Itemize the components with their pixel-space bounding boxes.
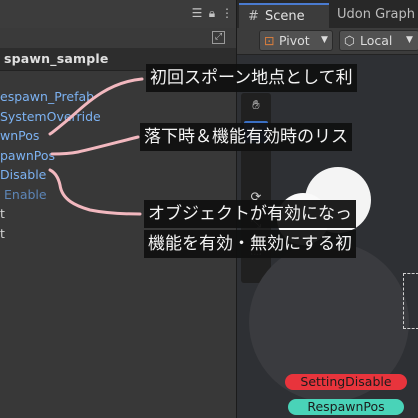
pivot-label: Pivot <box>279 33 310 48</box>
scene-name: spawn_sample <box>4 51 109 66</box>
hierarchy-toolbar: ⤢ <box>0 28 236 48</box>
local-label: Local <box>360 33 393 48</box>
annotation-object-enabled-line1: オブジェクトが有効になっ <box>144 200 356 228</box>
annotation-object-enabled-line2: 機能を有効・無効にする初 <box>144 230 357 258</box>
local-dropdown[interactable]: ⬡ Local ▼ <box>339 30 418 51</box>
scene-tab-bar: # Scene Udon Graph <box>237 0 418 28</box>
hierarchy-item-label: Enable <box>4 187 47 202</box>
setting-disable-label[interactable]: SettingDisable <box>285 374 407 390</box>
hierarchy-item[interactable]: Disable <box>0 165 236 184</box>
menu-icon[interactable]: ☰ <box>190 6 204 20</box>
annotation-fall-respawn: 落下時＆機能有効時のリス <box>140 123 352 151</box>
chevron-down-icon: ▼ <box>406 35 413 45</box>
pivot-icon: ⊡ <box>264 33 275 48</box>
hierarchy-header: ☰ 🔒︎ ⋮ <box>0 0 236 29</box>
chevron-down-icon: ▼ <box>321 35 328 45</box>
hash-icon: # <box>248 9 259 24</box>
cube-icon: ⬡ <box>344 33 355 48</box>
collider-gizmo <box>403 273 418 329</box>
hierarchy-item-label: t <box>0 226 5 241</box>
hand-tool-icon[interactable]: ✋︎ <box>244 95 268 117</box>
tab-scene[interactable]: # Scene <box>239 3 329 28</box>
respawn-pos-label[interactable]: RespawnPos <box>288 399 404 415</box>
hierarchy-item-label: espawn_Prefab <box>0 89 95 104</box>
hierarchy-item-label: Disable <box>0 167 47 182</box>
hierarchy-item-label: pawnPos <box>0 148 55 163</box>
tab-udon-graph[interactable]: Udon Graph <box>337 7 415 22</box>
pivot-dropdown[interactable]: ⊡ Pivot ▼ <box>259 30 333 51</box>
expand-icon[interactable]: ⤢ <box>212 31 225 44</box>
hierarchy-item-label: SystemOverride <box>0 109 101 124</box>
scene-toolbar: ⊡ Pivot ▼ ⬡ Local ▼ <box>237 28 418 55</box>
hierarchy-item-label: wnPos <box>0 128 40 143</box>
hierarchy-item-label: t <box>0 206 5 221</box>
annotation-first-spawn: 初回スポーン地点として利 <box>146 64 357 92</box>
lock-icon[interactable]: 🔒︎ <box>205 6 219 20</box>
tab-scene-label: Scene <box>265 9 305 24</box>
more-icon[interactable]: ⋮ <box>220 6 234 20</box>
